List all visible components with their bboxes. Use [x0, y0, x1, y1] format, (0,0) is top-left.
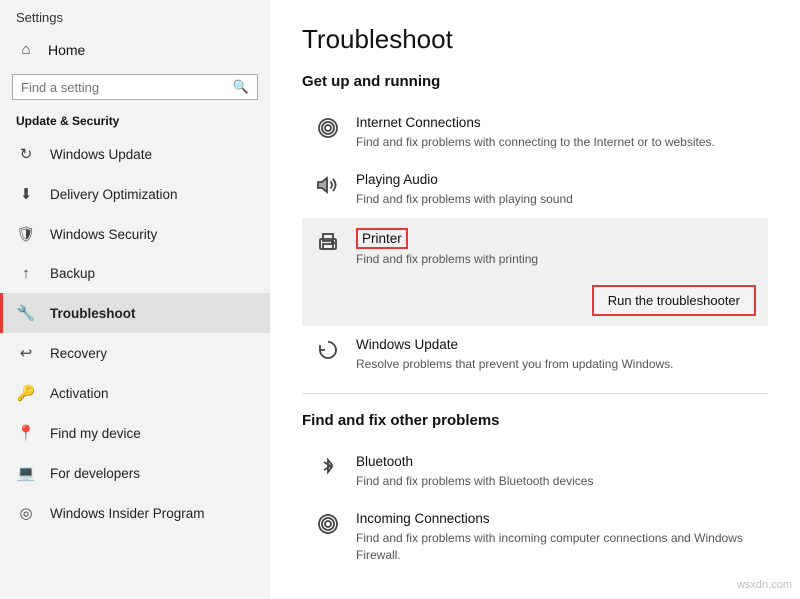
run-btn-row: Run the troubleshooter: [302, 277, 768, 326]
item-info-internet-connections: Internet Connections Find and fix proble…: [356, 114, 756, 151]
for-developers-icon: 💻: [16, 464, 36, 482]
item-desc-bluetooth: Find and fix problems with Bluetooth dev…: [356, 473, 756, 490]
troubleshoot-item-playing-audio[interactable]: Playing Audio Find and fix problems with…: [302, 161, 768, 218]
item-name-windows-update: Windows Update: [356, 337, 458, 352]
item-desc-internet-connections: Find and fix problems with connecting to…: [356, 134, 756, 151]
item-desc-playing-audio: Find and fix problems with playing sound: [356, 191, 756, 208]
section2-heading: Find and fix other problems: [302, 412, 768, 429]
items1-container: Internet Connections Find and fix proble…: [302, 104, 768, 383]
troubleshoot-item-incoming-connections[interactable]: Incoming Connections Find and fix proble…: [302, 500, 768, 574]
item-name-internet-connections: Internet Connections: [356, 115, 481, 130]
troubleshoot-item-bluetooth[interactable]: Bluetooth Find and fix problems with Blu…: [302, 443, 768, 500]
home-label: Home: [48, 42, 85, 58]
page-title: Troubleshoot: [302, 24, 768, 55]
sidebar-home[interactable]: ⌂ Home: [0, 31, 270, 68]
sidebar-item-delivery-optimization[interactable]: ⬇ Delivery Optimization: [0, 174, 270, 214]
sidebar-item-label-windows-security: Windows Security: [50, 227, 157, 242]
troubleshoot-item-printer[interactable]: Printer Find and fix problems with print…: [302, 218, 768, 278]
sidebar-item-label-windows-insider: Windows Insider Program: [50, 506, 205, 521]
search-box[interactable]: 🔍: [12, 74, 258, 100]
sidebar-item-label-backup: Backup: [50, 266, 95, 281]
sidebar-item-find-my-device[interactable]: 📍 Find my device: [0, 413, 270, 453]
watermark: wsxdn.com: [737, 579, 792, 591]
recovery-icon: ↩: [16, 344, 36, 362]
search-icon: 🔍: [233, 79, 249, 95]
search-input[interactable]: [21, 80, 227, 95]
sidebar-item-windows-security[interactable]: 🛡 Windows Security: [0, 214, 270, 254]
sidebar-item-label-delivery-optimization: Delivery Optimization: [50, 187, 178, 202]
item-info-printer: Printer Find and fix problems with print…: [356, 228, 756, 268]
item-name-incoming-connections: Incoming Connections: [356, 511, 490, 526]
item-desc-printer: Find and fix problems with printing: [356, 251, 756, 268]
find-my-device-icon: 📍: [16, 424, 36, 442]
sidebar-item-label-find-my-device: Find my device: [50, 426, 141, 441]
troubleshoot-icon: 🔧: [16, 304, 36, 322]
item-name-playing-audio: Playing Audio: [356, 172, 438, 187]
sidebar-item-label-for-developers: For developers: [50, 466, 140, 481]
delivery-optimization-icon: ⬇: [16, 185, 36, 203]
sidebar-item-windows-update[interactable]: ↻ Windows Update: [0, 134, 270, 174]
divider1: [302, 393, 768, 394]
playing-audio-icon: [314, 173, 342, 203]
troubleshoot-item-windows-update[interactable]: Windows Update Resolve problems that pre…: [302, 326, 768, 383]
item-name-printer: Printer: [356, 228, 408, 249]
sidebar-item-for-developers[interactable]: 💻 For developers: [0, 453, 270, 493]
sidebar-item-windows-insider[interactable]: ◎ Windows Insider Program: [0, 493, 270, 533]
windows-update-icon: ↻: [16, 145, 36, 163]
sidebar-item-recovery[interactable]: ↩ Recovery: [0, 333, 270, 373]
item-info-bluetooth: Bluetooth Find and fix problems with Blu…: [356, 453, 756, 490]
backup-icon: ↑: [16, 265, 36, 282]
sidebar-item-backup[interactable]: ↑ Backup: [0, 254, 270, 293]
incoming-connections-icon: [314, 512, 342, 542]
run-troubleshooter-button[interactable]: Run the troubleshooter: [592, 285, 756, 316]
home-icon: ⌂: [16, 41, 36, 58]
sidebar-items-list: ↻ Windows Update ⬇ Delivery Optimization…: [0, 134, 270, 533]
section1-heading: Get up and running: [302, 73, 768, 90]
windows-update-icon: [314, 338, 342, 368]
item-info-playing-audio: Playing Audio Find and fix problems with…: [356, 171, 756, 208]
sidebar-item-label-recovery: Recovery: [50, 346, 107, 361]
sidebar-item-label-windows-update: Windows Update: [50, 147, 152, 162]
item-desc-windows-update: Resolve problems that prevent you from u…: [356, 356, 756, 373]
sidebar-item-label-troubleshoot: Troubleshoot: [50, 306, 136, 321]
sidebar-item-troubleshoot[interactable]: 🔧 Troubleshoot: [0, 293, 270, 333]
sidebar-item-label-activation: Activation: [50, 386, 109, 401]
internet-connections-icon: [314, 116, 342, 146]
sidebar: Settings ⌂ Home 🔍 Update & Security ↻ Wi…: [0, 0, 270, 599]
sidebar-section-label: Update & Security: [0, 110, 270, 134]
bluetooth-icon: [314, 455, 342, 485]
item-desc-incoming-connections: Find and fix problems with incoming comp…: [356, 530, 756, 564]
windows-insider-icon: ◎: [16, 504, 36, 522]
items2-container: Bluetooth Find and fix problems with Blu…: [302, 443, 768, 573]
item-info-windows-update: Windows Update Resolve problems that pre…: [356, 336, 756, 373]
activation-icon: 🔑: [16, 384, 36, 402]
windows-security-icon: 🛡: [16, 225, 36, 243]
item-info-incoming-connections: Incoming Connections Find and fix proble…: [356, 510, 756, 564]
printer-icon: [314, 230, 342, 260]
item-name-bluetooth: Bluetooth: [356, 454, 413, 469]
main-content: Troubleshoot Get up and running Internet…: [270, 0, 800, 599]
troubleshoot-item-internet-connections[interactable]: Internet Connections Find and fix proble…: [302, 104, 768, 161]
sidebar-item-activation[interactable]: 🔑 Activation: [0, 373, 270, 413]
sidebar-title: Settings: [0, 0, 270, 31]
